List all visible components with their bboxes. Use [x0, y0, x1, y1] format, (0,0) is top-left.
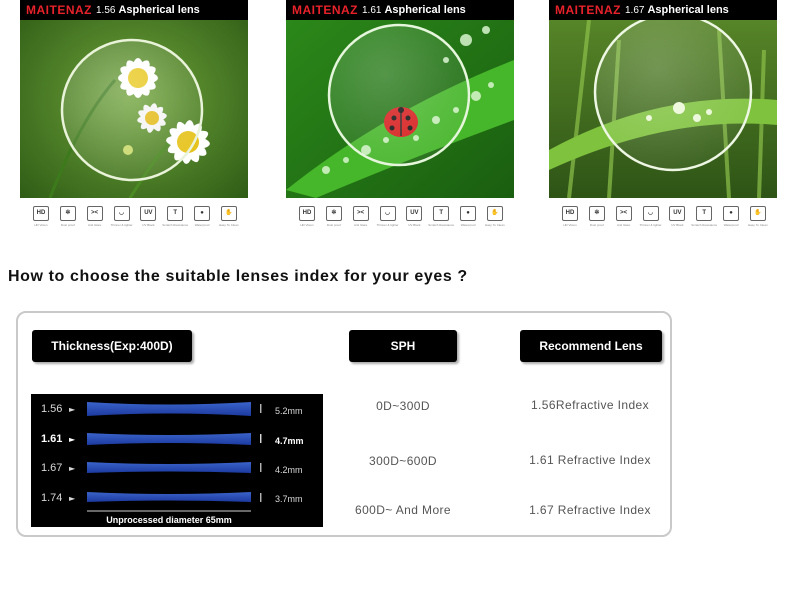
lens-profile-3	[87, 462, 251, 473]
lens-index: 1.61	[362, 4, 382, 16]
uv-icon: UV UV Block	[137, 206, 159, 227]
sun-icon: ✲ Dust proof	[586, 206, 608, 227]
diagram-index-3: 1.67	[41, 462, 62, 474]
product-card-3: MAITENAZ 1.67 Aspherical lens HD HD Visio…	[549, 0, 777, 228]
diagram-index-4: 1.74	[41, 492, 62, 504]
scratch-icon: T Scratch Resistance	[428, 206, 454, 227]
uv-icon: UV UV Block	[403, 206, 425, 227]
lens-index-guide-panel: Thickness(Exp:400D) SPH Recommend Lens 1…	[16, 311, 672, 537]
arrow-icon: ►	[69, 494, 76, 503]
anti-glare-icon: >< Anti Glare	[350, 206, 372, 227]
thin-lens-icon: ◡ Thinner & lighter	[111, 206, 133, 227]
feature-icon-row: HD HD Vision ✲ Dust proof >< Anti Glare ◡ Th…	[559, 206, 769, 227]
thickness-marker-icon: I	[259, 491, 263, 505]
hand-icon: ✋ Easy To Clean	[484, 206, 506, 227]
hand-icon: ✋ Easy To Clean	[747, 206, 769, 227]
diagram-thickness-1: 5.2mm	[275, 406, 303, 416]
lens-profile-1	[87, 402, 251, 416]
diagram-thickness-3: 4.2mm	[275, 465, 303, 475]
brand-bar: MAITENAZ 1.67 Aspherical lens	[549, 0, 777, 20]
water-drop-icon: ● Waterproof	[457, 206, 479, 227]
lens-index: 1.67	[625, 4, 645, 16]
lens-thickness-diagram: 1.56 ► I 5.2mm 1.61 ► I 4.7mm 1.67 ► I 4…	[31, 394, 323, 527]
lens-cell-2: 1.61 Refractive Index	[529, 453, 651, 467]
lens-profile-2	[87, 433, 251, 445]
lens-label: Aspherical lens	[647, 4, 729, 16]
lens-label: Aspherical lens	[118, 4, 200, 16]
lens-index: 1.56	[96, 4, 116, 16]
product-photo-daisy: MAITENAZ 1.56 Aspherical lens	[20, 0, 248, 198]
sph-cell-1: 0D~300D	[376, 399, 430, 413]
thickness-marker-icon: I	[259, 402, 263, 416]
hd-icon: HD HD Vision	[559, 206, 581, 227]
thickness-marker-icon: I	[259, 432, 263, 446]
brand-bar: MAITENAZ 1.56 Aspherical lens	[20, 0, 248, 20]
product-card-2: MAITENAZ 1.61 Aspherical lens HD HD Visio…	[286, 0, 514, 228]
thin-lens-icon: ◡ Thinner & lighter	[377, 206, 399, 227]
header-recommend-lens: Recommend Lens	[520, 330, 662, 362]
arrow-icon: ►	[69, 405, 76, 414]
section-heading: How to choose the suitable lenses index …	[8, 268, 468, 285]
feature-icon-row: HD HD Vision ✲ Dust proof >< Anti Glare ◡ Th…	[30, 206, 240, 227]
lens-cell-3: 1.67 Refractive Index	[529, 503, 651, 517]
header-sph: SPH	[349, 330, 457, 362]
uv-icon: UV UV Block	[666, 206, 688, 227]
scratch-icon: T Scratch Resistance	[162, 206, 188, 227]
sph-cell-3: 600D~ And More	[355, 503, 451, 517]
brand-name: MAITENAZ	[26, 3, 92, 17]
brand-name: MAITENAZ	[555, 3, 621, 17]
hd-icon: HD HD Vision	[296, 206, 318, 227]
sun-icon: ✲ Dust proof	[57, 206, 79, 227]
lens-label: Aspherical lens	[384, 4, 466, 16]
diagram-index-1: 1.56	[41, 403, 62, 415]
sun-icon: ✲ Dust proof	[323, 206, 345, 227]
thickness-marker-icon: I	[259, 461, 263, 475]
diagram-index-2: 1.61	[41, 433, 62, 445]
scratch-icon: T Scratch Resistance	[691, 206, 717, 227]
hand-icon: ✋ Easy To Clean	[218, 206, 240, 227]
product-photo-leaf: MAITENAZ 1.67 Aspherical lens	[549, 0, 777, 198]
product-card-1: MAITENAZ 1.56 Aspherical lens HD HD Visio…	[20, 0, 248, 228]
feature-icon-row: HD HD Vision ✲ Dust proof >< Anti Glare ◡ Th…	[296, 206, 506, 227]
brand-name: MAITENAZ	[292, 3, 358, 17]
water-drop-icon: ● Waterproof	[720, 206, 742, 227]
anti-glare-icon: >< Anti Glare	[84, 206, 106, 227]
lens-profile-4	[87, 492, 251, 502]
diagram-thickness-4: 3.7mm	[275, 494, 303, 504]
arrow-icon: ►	[69, 464, 76, 473]
sph-cell-2: 300D~600D	[369, 454, 437, 468]
hd-icon: HD HD Vision	[30, 206, 52, 227]
diagram-caption: Unprocessed diameter 65mm	[106, 515, 232, 525]
water-drop-icon: ● Waterproof	[191, 206, 213, 227]
thin-lens-icon: ◡ Thinner & lighter	[640, 206, 662, 227]
anti-glare-icon: >< Anti Glare	[613, 206, 635, 227]
brand-bar: MAITENAZ 1.61 Aspherical lens	[286, 0, 514, 20]
header-thickness: Thickness(Exp:400D)	[32, 330, 192, 362]
diagram-thickness-2: 4.7mm	[275, 436, 304, 446]
arrow-icon: ►	[69, 435, 76, 444]
lens-cell-1: 1.56Refractive Index	[530, 398, 650, 412]
product-photo-ladybug: MAITENAZ 1.61 Aspherical lens	[286, 0, 514, 198]
